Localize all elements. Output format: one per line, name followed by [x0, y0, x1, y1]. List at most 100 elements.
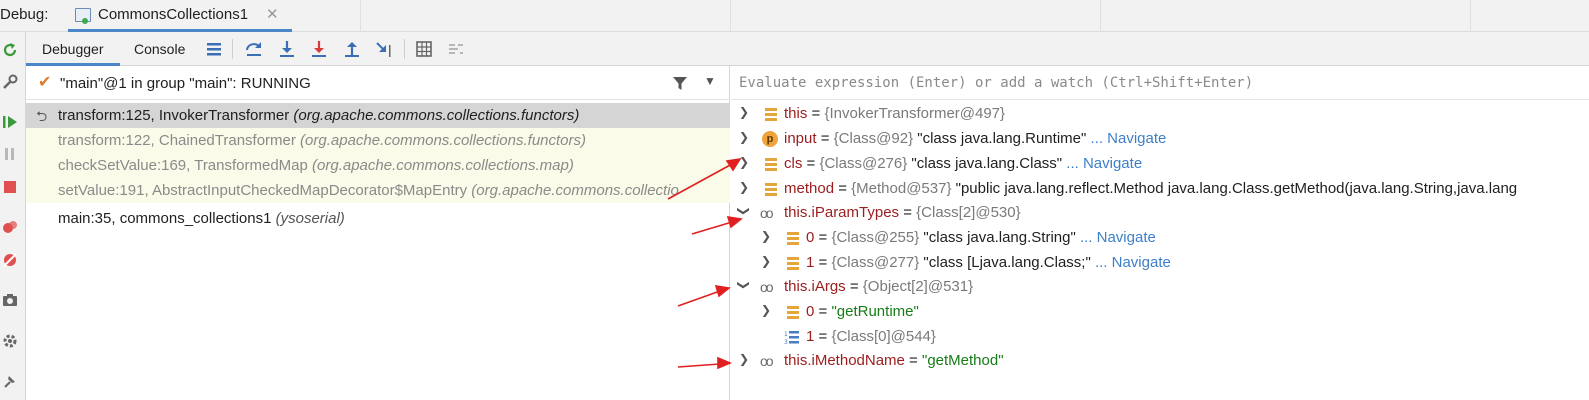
variable-row[interactable]: 13 1 = {Class[0]@544}	[731, 325, 1589, 349]
pause-icon[interactable]	[1, 145, 19, 163]
tab-console[interactable]: Console	[134, 41, 185, 57]
run-to-cursor-icon[interactable]	[374, 39, 394, 59]
variable-ref: {Class@276}	[819, 155, 912, 172]
variable-row[interactable]: ❯ this = {InvokerTransformer@497}	[731, 102, 1589, 126]
equals-sign: =	[899, 204, 917, 221]
close-icon[interactable]: ✕	[266, 5, 279, 23]
variable-string: "getMethod"	[922, 352, 1004, 369]
divider	[404, 39, 405, 59]
stack-frame[interactable]: ⮌ transform:125, InvokerTransformer (org…	[26, 103, 730, 128]
evaluate-bar	[731, 66, 1589, 100]
divider	[360, 0, 361, 32]
tab-commons-collections1[interactable]: CommonsCollections1 ✕	[68, 0, 292, 32]
variable-row[interactable]: ❯ 0 = "getRuntime"	[731, 300, 1589, 324]
chevron-right-icon[interactable]: ❯	[737, 155, 751, 169]
pin-icon[interactable]	[1, 372, 19, 390]
navigate-link[interactable]: ... Navigate	[1076, 229, 1156, 246]
variable-ref: {Method@537}	[851, 180, 956, 197]
stack-frame[interactable]: checkSetValue:169, TransformedMap (org.a…	[26, 153, 730, 178]
equals-sign: =	[807, 105, 825, 122]
navigate-link[interactable]: ... Navigate	[1062, 155, 1142, 172]
stack-frame[interactable]: main:35, commons_collections1 (ysoserial…	[26, 206, 730, 231]
variable-ref: {Class[0]@544}	[831, 328, 936, 345]
variable-row[interactable]: ❯ cls = {Class@276} "class java.lang.Cla…	[731, 152, 1589, 176]
chevron-right-icon[interactable]: ❯	[759, 229, 773, 243]
rerun-icon[interactable]	[1, 41, 19, 59]
tab-debugger[interactable]: Debugger	[42, 41, 104, 57]
equals-sign: =	[814, 328, 832, 345]
tab-title: CommonsCollections1	[98, 6, 249, 23]
left-toolbar	[0, 32, 26, 400]
thread-selector[interactable]: ✔ "main"@1 in group "main": RUNNING ▼	[26, 66, 730, 100]
watch-row[interactable]: ❯ oo this.iArgs = {Object[2]@531}	[731, 275, 1589, 299]
camera-icon[interactable]	[1, 291, 19, 309]
force-step-into-icon[interactable]	[309, 39, 329, 59]
variable-row[interactable]: ❯ 1 = {Class@277} "class [Ljava.lang.Cla…	[731, 251, 1589, 275]
array-icon: 13	[784, 331, 799, 345]
frame-method: main:35, commons_collections1	[58, 210, 276, 227]
stack-frame[interactable]: setValue:191, AbstractInputCheckedMapDec…	[26, 178, 730, 203]
navigate-link[interactable]: ... Navigate	[1091, 254, 1171, 271]
step-out-icon[interactable]	[342, 39, 362, 59]
equals-sign: =	[816, 130, 834, 147]
watch-row[interactable]: ❯ oo this.iMethodName = "getMethod"	[731, 349, 1589, 373]
variable-ref: {Object[2]@531}	[862, 278, 974, 295]
variable-name: this	[784, 105, 808, 122]
evaluate-expression-icon[interactable]	[414, 39, 434, 59]
menu-icon[interactable]	[204, 39, 224, 59]
equals-sign: =	[814, 229, 832, 246]
variable-ref: {InvokerTransformer@497}	[824, 105, 1006, 122]
divider	[1470, 0, 1471, 32]
field-icon	[785, 255, 801, 271]
variable-row[interactable]: ❯ 0 = {Class@255} "class java.lang.Strin…	[731, 226, 1589, 250]
frame-method: transform:125, InvokerTransformer	[58, 107, 294, 124]
chevron-right-icon[interactable]: ❯	[737, 180, 751, 194]
chevron-right-icon[interactable]: ❯	[759, 254, 773, 268]
chevron-down-icon[interactable]: ▼	[704, 74, 716, 88]
field-icon	[763, 156, 779, 172]
divider	[232, 39, 233, 59]
field-icon	[785, 304, 801, 320]
equals-sign: =	[814, 303, 832, 320]
chevron-right-icon[interactable]: ❯	[737, 352, 751, 366]
chevron-right-icon[interactable]: ❯	[737, 105, 751, 119]
trace-icon[interactable]	[446, 39, 466, 59]
variable-name: method	[784, 180, 835, 197]
frame-package: (org.apache.commons.collectio	[471, 182, 679, 199]
evaluate-expression-input[interactable]	[739, 72, 1579, 94]
equals-sign: =	[904, 352, 922, 369]
variable-string: "class java.lang.Runtime"	[917, 130, 1087, 147]
watch-row[interactable]: ❯ oo this.iParamTypes = {Class[2]@530}	[731, 201, 1589, 225]
mute-breakpoints-icon[interactable]	[1, 251, 19, 269]
chevron-right-icon[interactable]: ❯	[759, 303, 773, 317]
stop-icon[interactable]	[1, 178, 19, 196]
wrench-icon[interactable]	[1, 73, 19, 91]
equals-sign: =	[845, 278, 863, 295]
chevron-right-icon[interactable]: ❯	[737, 130, 751, 144]
chevron-down-icon[interactable]: ❯	[737, 278, 751, 292]
variable-name: this.iParamTypes	[784, 204, 900, 221]
frame-package: (org.apache.commons.collections.map)	[312, 157, 574, 174]
stack-frame[interactable]: transform:122, ChainedTransformer (org.a…	[26, 128, 730, 153]
step-into-icon[interactable]	[277, 39, 297, 59]
filter-icon[interactable]	[671, 74, 689, 92]
field-icon	[763, 106, 779, 122]
field-icon	[785, 230, 801, 246]
navigate-link[interactable]: ... Navigate	[1086, 130, 1166, 147]
step-over-icon[interactable]	[244, 39, 264, 59]
frame-package: (org.apache.commons.collections.functors…	[300, 132, 587, 149]
variable-row[interactable]: ❯ method = {Method@537} "public java.lan…	[731, 177, 1589, 201]
frame-method: setValue:191, AbstractInputCheckedMapDec…	[58, 182, 472, 199]
watch-icon: oo	[760, 205, 774, 221]
equals-sign: =	[802, 155, 820, 172]
view-breakpoints-icon[interactable]	[1, 218, 19, 236]
gear-icon[interactable]	[1, 332, 19, 350]
equals-sign: =	[834, 180, 852, 197]
variable-name: this.iMethodName	[784, 352, 905, 369]
resume-icon[interactable]	[1, 113, 19, 131]
variable-row[interactable]: ❯ p input = {Class@92} "class java.lang.…	[731, 127, 1589, 151]
variable-name: this.iArgs	[784, 278, 846, 295]
chevron-down-icon[interactable]: ❯	[737, 204, 751, 218]
debug-config-icon	[75, 8, 91, 24]
frame-package: (ysoserial)	[275, 210, 345, 227]
